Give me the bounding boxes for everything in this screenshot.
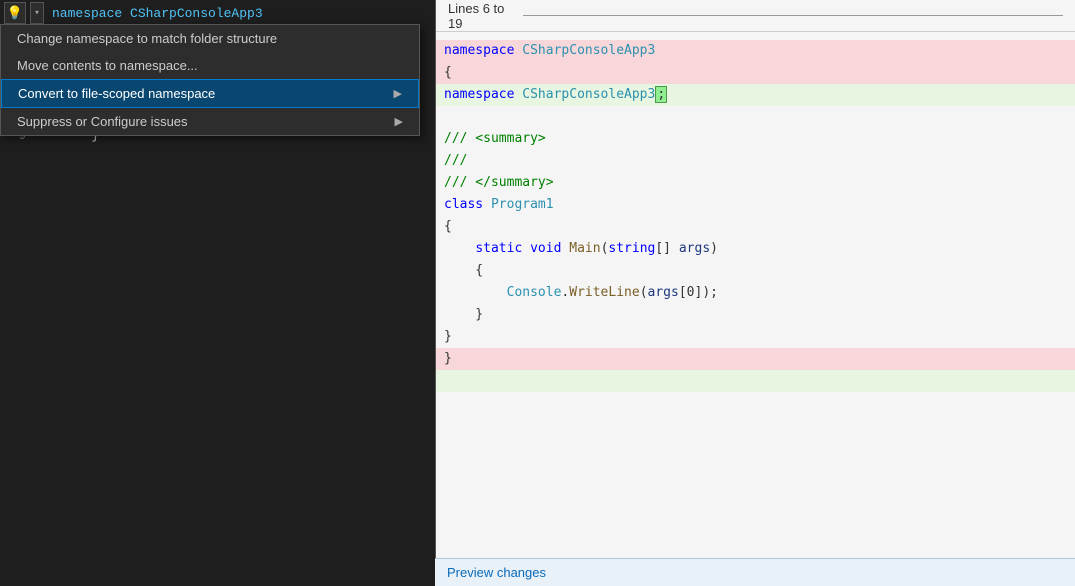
- preview-code: }: [444, 304, 483, 326]
- arrow-right-icon: ▶: [394, 87, 402, 100]
- menu-item-label: Suppress or Configure issues: [17, 114, 188, 129]
- header-separator: [523, 15, 1063, 16]
- preview-line-open-brace: {: [436, 216, 1075, 238]
- preview-code: class Program1: [444, 194, 554, 216]
- lightbulb-header: 💡 ▾ namespace CSharpConsoleApp3: [0, 0, 430, 26]
- preview-line-console: Console.WriteLine(args[0]);: [436, 282, 1075, 304]
- preview-content: namespace CSharpConsoleApp3 { namespace …: [436, 32, 1075, 400]
- preview-code: namespace CSharpConsoleApp3: [444, 40, 655, 62]
- preview-line-removed-1: namespace CSharpConsoleApp3: [436, 40, 1075, 62]
- preview-code: ///: [444, 150, 467, 172]
- preview-footer[interactable]: Preview changes: [435, 558, 1075, 586]
- namespace-text: namespace CSharpConsoleApp3: [52, 6, 263, 21]
- preview-code: }: [444, 326, 452, 348]
- lightbulb-button[interactable]: 💡: [4, 2, 26, 24]
- preview-line-empty: [436, 106, 1075, 128]
- chevron-down-icon: ▾: [34, 8, 39, 18]
- preview-code: {: [444, 62, 452, 84]
- preview-code: }: [444, 348, 452, 370]
- preview-line-comment-1: /// <summary>: [436, 128, 1075, 150]
- menu-item-move-contents[interactable]: Move contents to namespace...: [1, 52, 419, 79]
- arrow-right-icon-2: ▶: [395, 115, 403, 128]
- preview-code: /// </summary>: [444, 172, 554, 194]
- preview-code: namespace CSharpConsoleApp3;: [444, 84, 667, 106]
- preview-line-class: class Program1: [436, 194, 1075, 216]
- preview-code: static void Main(string[] args): [444, 238, 718, 260]
- preview-line-close-brace-2: }: [436, 326, 1075, 348]
- menu-item-suppress[interactable]: Suppress or Configure issues ▶: [1, 108, 419, 135]
- preview-line-removed-2: {: [436, 62, 1075, 84]
- context-menu: Change namespace to match folder structu…: [0, 24, 420, 136]
- preview-line-added-1: namespace CSharpConsoleApp3;: [436, 84, 1075, 106]
- preview-line-open-brace-2: {: [436, 260, 1075, 282]
- preview-line-comment-2: ///: [436, 150, 1075, 172]
- preview-panel: Lines 6 to 19 namespace CSharpConsoleApp…: [435, 0, 1075, 586]
- preview-code: Console.WriteLine(args[0]);: [444, 282, 718, 304]
- menu-item-label: Convert to file-scoped namespace: [18, 86, 215, 101]
- menu-item-label: Change namespace to match folder structu…: [17, 31, 277, 46]
- menu-item-label: Move contents to namespace...: [17, 58, 198, 73]
- lightbulb-dropdown[interactable]: ▾: [30, 2, 44, 24]
- preview-changes-label: Preview changes: [447, 565, 546, 580]
- preview-header-text: Lines 6 to 19: [448, 1, 513, 31]
- preview-code: /// <summary>: [444, 128, 546, 150]
- preview-line-comment-3: /// </summary>: [436, 172, 1075, 194]
- preview-line-close-brace-1: }: [436, 304, 1075, 326]
- preview-line-added-empty: [436, 370, 1075, 392]
- menu-item-change-namespace[interactable]: Change namespace to match folder structu…: [1, 25, 419, 52]
- preview-line-removed-3: }: [436, 348, 1075, 370]
- preview-code: {: [444, 260, 483, 282]
- menu-item-convert-namespace[interactable]: Convert to file-scoped namespace ▶: [1, 79, 419, 108]
- preview-line-main: static void Main(string[] args): [436, 238, 1075, 260]
- preview-header: Lines 6 to 19: [436, 0, 1075, 32]
- preview-code: {: [444, 216, 452, 238]
- lightbulb-icon: 💡: [7, 6, 23, 21]
